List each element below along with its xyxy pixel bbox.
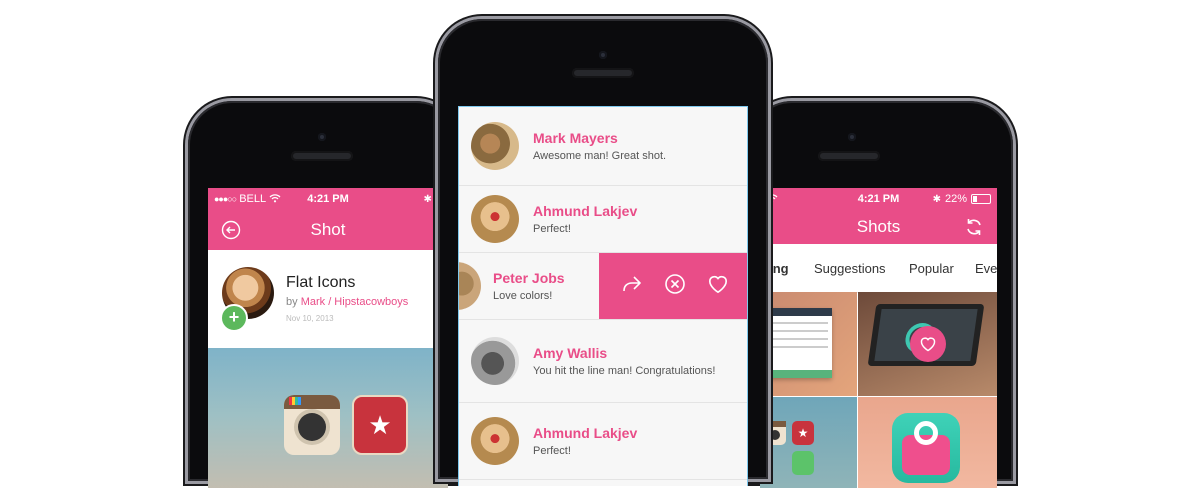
invoice-thumbnail — [766, 308, 832, 378]
status-time: 4:21 PM — [307, 193, 349, 205]
status-bar: ●●●○○ BELL 4:21 PM ✱ 2 — [208, 188, 448, 210]
commenter-avatar[interactable] — [471, 337, 519, 385]
phone-right: 4:21 PM ✱ 22% Shots wing Suggestions Pop… — [748, 101, 1013, 488]
heart-icon[interactable] — [707, 274, 729, 299]
comment-body: Ahmund Lakjev Perfect! — [533, 425, 637, 457]
commenter-avatar[interactable] — [471, 417, 519, 465]
comment-row[interactable]: Mark Mayers Awesome man! Great shot. — [459, 107, 747, 186]
shot-tile-icons[interactable]: ★ — [760, 397, 857, 488]
battery-icon — [971, 194, 991, 204]
shot-title: Flat Icons — [286, 274, 356, 291]
comment-row[interactable]: Ahmund Lakjev Perfect! — [459, 403, 747, 480]
comment-row-swiped[interactable]: Peter Jobs Love colors! — [459, 253, 747, 320]
commenter-name[interactable]: Mark Mayers — [533, 130, 666, 146]
comment-text: Perfect! — [533, 445, 571, 457]
shots-screen: 4:21 PM ✱ 22% Shots wing Suggestions Pop… — [760, 188, 997, 488]
share-icon[interactable] — [621, 274, 643, 299]
comment-body: Mark Mayers Awesome man! Great shot. — [533, 130, 666, 162]
comment-body: Peter Jobs Love colors! — [493, 270, 565, 302]
speaker-grill — [291, 151, 353, 161]
camera-app-icon — [284, 395, 340, 455]
byline-prefix: by — [286, 296, 298, 308]
phone-center: Mark Mayers Awesome man! Great shot. Ahm… — [438, 19, 768, 486]
nav-title: Shot — [310, 220, 346, 239]
tab-bar: wing Suggestions Popular Eve — [760, 244, 997, 293]
like-badge[interactable] — [910, 326, 946, 362]
commenter-avatar[interactable] — [471, 195, 519, 243]
comment-row[interactable]: Ahmund Lakjev Perfect! — [459, 186, 747, 253]
comment-body: Amy Wallis You hit the line man! Congrat… — [533, 345, 715, 377]
camera-dot — [318, 133, 326, 141]
commenter-name[interactable]: Peter Jobs — [493, 270, 565, 286]
shot-image[interactable]: ★ — [208, 348, 448, 488]
commenter-name[interactable]: Ahmund Lakjev — [533, 425, 637, 441]
comment-text: Love colors! — [493, 290, 553, 302]
shot-screen: ●●●○○ BELL 4:21 PM ✱ 2 Shot + Flat Icons — [208, 188, 448, 488]
wunderlist-app-icon: ★ — [352, 395, 408, 455]
comment-row[interactable]: Amy Wallis You hit the line man! Congrat… — [459, 320, 747, 403]
shot-date: Nov 10, 2013 — [286, 314, 334, 323]
nav-title: Shots — [856, 217, 901, 236]
shot-tile-invoice[interactable] — [760, 292, 857, 396]
shot-tile-lock[interactable] — [858, 397, 997, 488]
speaker-grill — [572, 68, 634, 78]
comments-screen: Mark Mayers Awesome man! Great shot. Ahm… — [458, 106, 748, 486]
tab-popular[interactable]: Popular — [909, 261, 954, 276]
camera-dot — [848, 133, 856, 141]
bluetooth-icon: ✱ — [932, 193, 941, 205]
comment-body: Ahmund Lakjev Perfect! — [533, 203, 637, 235]
battery-label: 22% — [944, 193, 967, 205]
camera-dot — [599, 51, 607, 59]
commenter-avatar[interactable] — [459, 262, 481, 310]
shot-byline: by Mark / Hipstacowboys — [286, 296, 408, 308]
tab-everyone[interactable]: Eve — [975, 261, 997, 276]
nav-bar: Shot — [208, 210, 448, 250]
speaker-grill — [818, 151, 880, 161]
tab-suggestions[interactable]: Suggestions — [814, 261, 886, 276]
heart-icon — [920, 337, 936, 352]
commenter-avatar[interactable] — [471, 122, 519, 170]
wunderlist-app-icon: ★ — [792, 421, 814, 445]
nav-bar: Shots — [760, 210, 997, 244]
comment-text: You hit the line man! Congratulations! — [533, 365, 716, 377]
commenter-name[interactable]: Amy Wallis — [533, 345, 715, 361]
green-app-icon — [792, 451, 814, 475]
comment-text: Awesome man! Great shot. — [533, 150, 667, 162]
refresh-icon[interactable] — [963, 216, 985, 238]
close-icon[interactable] — [664, 273, 686, 300]
author-link[interactable]: Mark / Hipstacowboys — [301, 296, 409, 308]
bluetooth-icon: ✱ — [423, 193, 432, 205]
comment-list: Mark Mayers Awesome man! Great shot. Ahm… — [459, 107, 747, 480]
commenter-name[interactable]: Ahmund Lakjev — [533, 203, 637, 219]
follow-button[interactable]: + — [220, 304, 248, 332]
shot-header: + Flat Icons by Mark / Hipstacowboys Nov… — [208, 250, 448, 348]
comment-text: Perfect! — [533, 223, 571, 235]
status-bar: 4:21 PM ✱ 22% — [760, 188, 997, 210]
lock-app-icon — [892, 413, 960, 483]
shot-tile-laptop[interactable] — [858, 292, 997, 396]
phone-left: ●●●○○ BELL 4:21 PM ✱ 2 Shot + Flat Icons — [188, 101, 460, 488]
back-arrow-icon[interactable] — [220, 219, 242, 241]
swipe-actions — [599, 253, 747, 319]
status-right: ✱ 22% — [933, 193, 991, 205]
